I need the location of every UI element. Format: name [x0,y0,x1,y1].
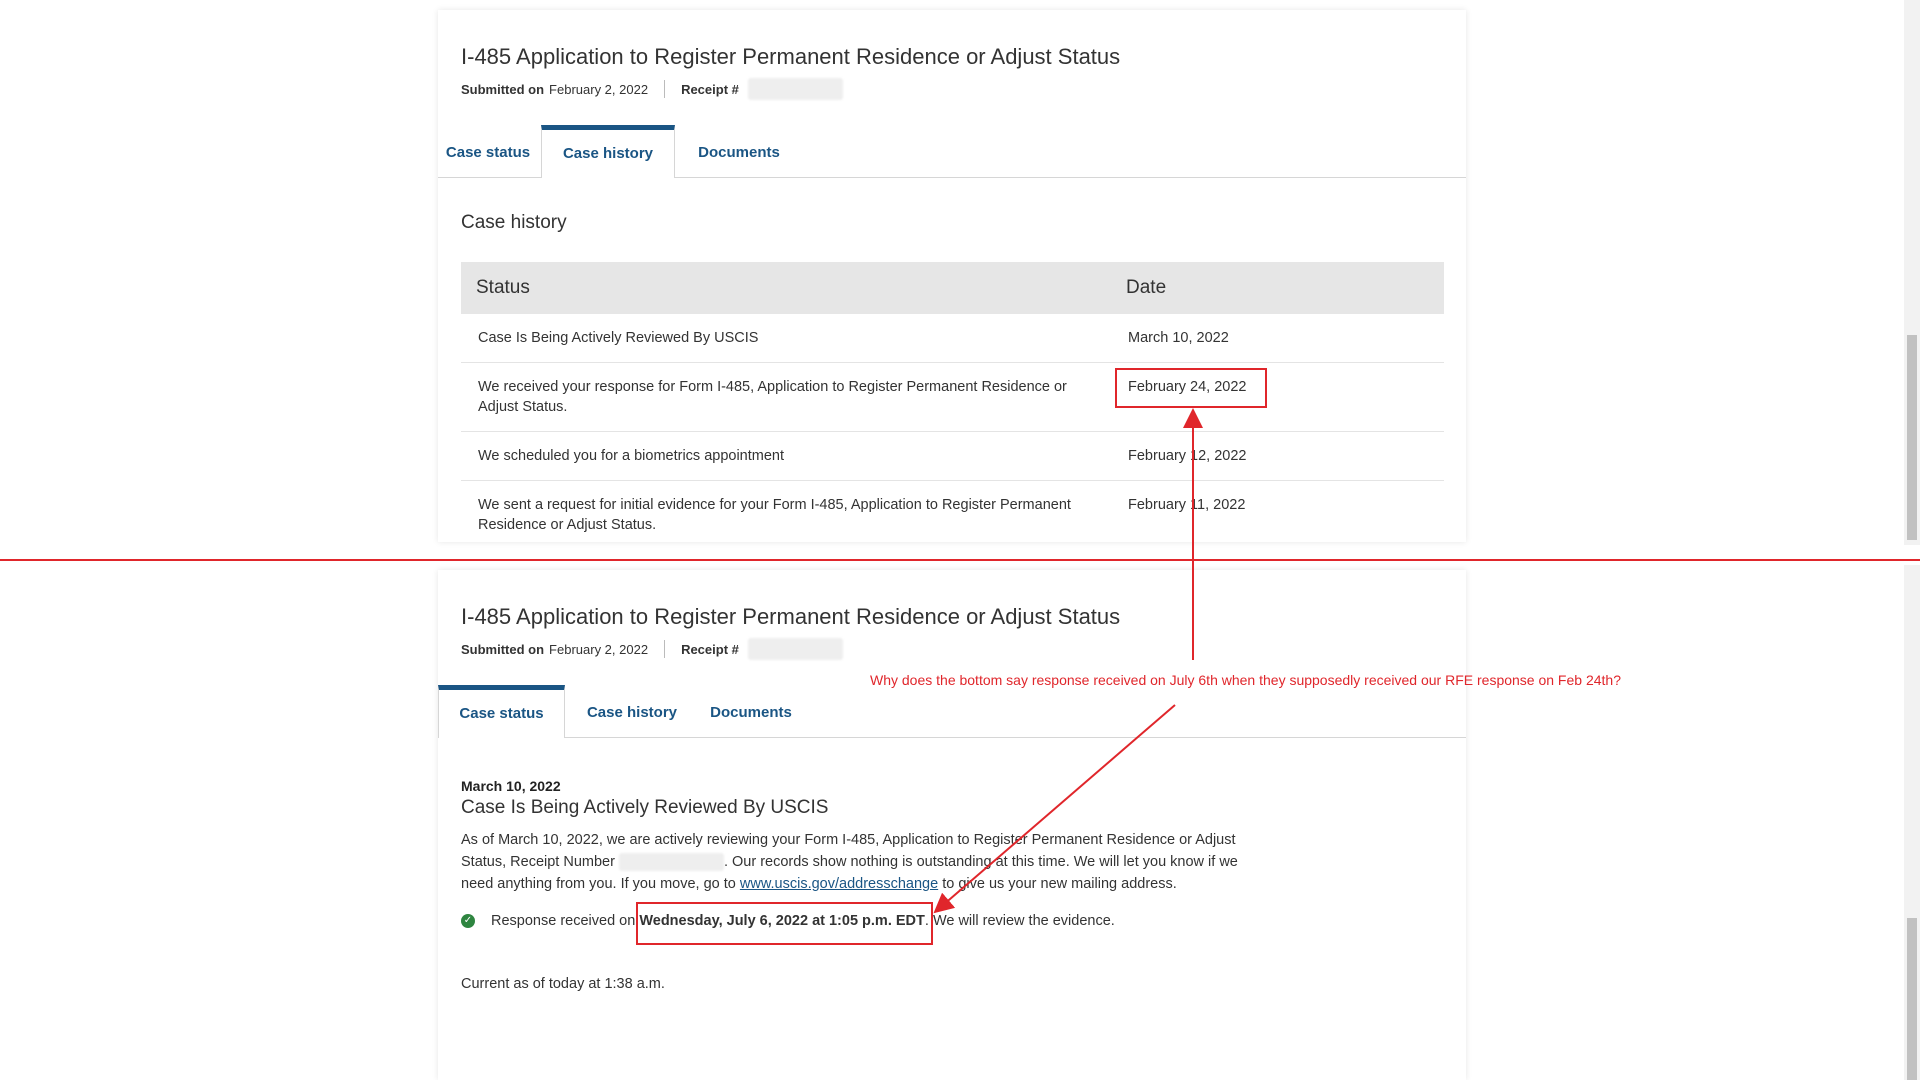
submitted-label: Submitted on [461,81,545,97]
scrollbar-thumb-bottom[interactable] [1907,918,1917,1080]
table-row: We received your response for Form I-485… [461,363,1444,432]
response-prefix: Response received on [491,913,636,929]
table-header: Status Date [461,262,1444,314]
row-status: Case Is Being Actively Reviewed By USCIS [478,330,759,346]
highlight-box-feb-24 [1115,368,1267,408]
row-status: We sent a request for initial evidence f… [478,497,1071,533]
table-row: We sent a request for initial evidence f… [461,481,1444,542]
tab-case-status[interactable]: Case status [438,125,538,177]
current-as-of: Current as of today at 1:38 a.m. [461,976,665,992]
row-status: We received your response for Form I-485… [478,379,1067,415]
row-date: February 11, 2022 [1128,497,1246,513]
tab-documents[interactable]: Documents [675,125,803,177]
receipt-label: Receipt # [681,641,739,657]
redacted-receipt-number [618,853,724,872]
section-title: Case history [461,212,567,233]
form-title: I-485 Application to Register Permanent … [461,44,1121,69]
tab-case-history[interactable]: Case history [541,125,675,178]
case-panel-bottom: I-485 Application to Register Permanent … [438,570,1466,1080]
submitted-date: February 2, 2022 [549,81,649,97]
highlight-box-july-6 [636,902,933,945]
tab-bar: Case status Case history Documents [438,125,1466,178]
tab-case-history[interactable]: Case history [565,685,699,737]
row-date: March 10, 2022 [1128,330,1229,346]
tab-case-status[interactable]: Case status [438,685,565,738]
status-description: As of March 10, 2022, we are actively re… [461,829,1261,895]
table-row: We scheduled you for a biometrics appoin… [461,432,1444,481]
case-history-table: Status Date Case Is Being Actively Revie… [461,262,1444,542]
status-body-text: to give us your new mailing address. [942,876,1177,892]
annotation-question: Why does the bottom say response receive… [870,672,1621,688]
meta-divider [664,80,666,98]
submission-meta: Submitted on February 2, 2022 Receipt # [461,78,843,100]
redacted-receipt-number [747,78,843,100]
header-status: Status [476,277,530,298]
row-status: We scheduled you for a biometrics appoin… [478,448,785,464]
submission-meta: Submitted on February 2, 2022 Receipt # [461,638,843,660]
table-row: Case Is Being Actively Reviewed By USCIS… [461,314,1444,363]
tab-bar: Case status Case history Documents [438,685,1466,738]
header-date: Date [1126,277,1167,298]
submitted-label: Submitted on [461,641,545,657]
submitted-date: February 2, 2022 [549,641,649,657]
redacted-receipt-number [747,638,843,660]
form-title: I-485 Application to Register Permanent … [461,604,1121,629]
status-date: March 10, 2022 [461,778,561,794]
check-circle-icon: ✓ [461,914,475,928]
row-date: February 12, 2022 [1128,448,1247,464]
meta-divider [664,640,666,658]
screenshot-divider-line [0,559,1920,561]
status-title: Case Is Being Actively Reviewed By USCIS [461,797,829,818]
case-panel-top: I-485 Application to Register Permanent … [438,10,1466,542]
scrollbar-thumb-top[interactable] [1907,335,1917,540]
receipt-label: Receipt # [681,81,739,97]
tab-documents[interactable]: Documents [699,685,803,737]
response-suffix: . We will review the evidence. [924,913,1115,929]
address-change-link[interactable]: www.uscis.gov/addresschange [740,876,938,892]
